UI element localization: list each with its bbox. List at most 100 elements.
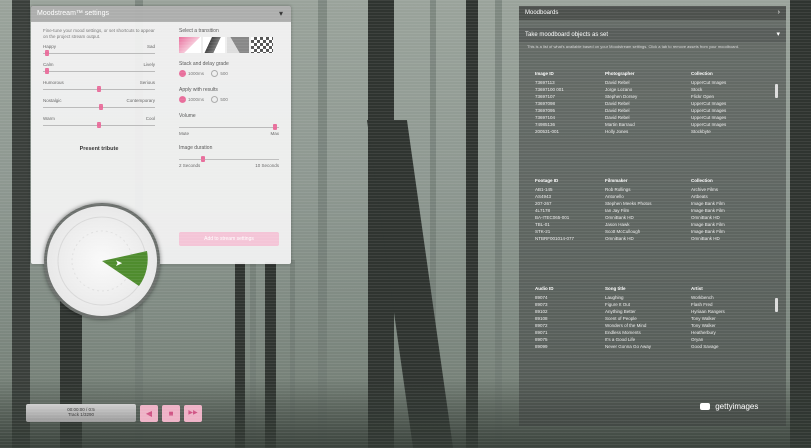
moodboard-subheader[interactable]: Take moodboard objects as set ▾ bbox=[519, 28, 786, 42]
apply-radio-2[interactable] bbox=[211, 96, 219, 103]
table-cell: UpperCut Images bbox=[691, 115, 727, 120]
transition-swatch-dark[interactable] bbox=[203, 37, 225, 53]
table-row[interactable]: AB1-145 Rob Rollings Archive Films bbox=[535, 186, 771, 193]
table-row[interactable]: 73697098 David Rebel UpperCut Images bbox=[535, 100, 771, 107]
settings-title: Moodstream™ settings bbox=[37, 10, 109, 17]
table-cell: Scott McCullough bbox=[605, 229, 641, 234]
slider-humorous-serious[interactable]: Humorous Serious bbox=[43, 80, 155, 94]
column-header[interactable]: Collection bbox=[691, 71, 761, 76]
chevron-right-icon[interactable]: › bbox=[778, 6, 780, 20]
table-row[interactable]: 73697107 Stephen Dorsey Flickr Open bbox=[535, 93, 771, 100]
table-row[interactable]: 73697113 David Rebel UpperCut Images bbox=[535, 79, 771, 86]
table-cell: 89075 bbox=[535, 337, 548, 342]
table-cell: Antonello bbox=[605, 194, 624, 199]
table-cell: Never Gonna Go Away bbox=[605, 344, 651, 349]
table-row[interactable]: 89074 Laughing Workbench bbox=[535, 294, 771, 301]
duration-slider[interactable]: 2 Seconds 10 Seconds bbox=[179, 155, 279, 169]
table-row[interactable]: 89071 Endless Moments Heatherbury bbox=[535, 329, 771, 336]
apply-radio-1[interactable] bbox=[179, 96, 186, 103]
table-row[interactable]: 74985136 Martin Barraud UpperCut Images bbox=[535, 121, 771, 128]
table-row[interactable]: 73697100 001 Jorge Lozano Stock bbox=[535, 86, 771, 93]
table-cell: 73697104 bbox=[535, 115, 556, 120]
table-cell: It's a Good Life bbox=[605, 337, 636, 342]
add-to-stream-button[interactable]: Add to stream settings bbox=[179, 232, 279, 246]
table-row[interactable]: 207-267 Stephen Meeks Photos Image Bank Fi… bbox=[535, 200, 771, 207]
mood-dial[interactable]: ➤ bbox=[44, 203, 160, 319]
player-track: Track 1/3290 bbox=[67, 412, 95, 417]
table-cell: Stephen Meeks Photos bbox=[605, 201, 652, 206]
column-header[interactable]: Photographer bbox=[605, 71, 691, 76]
speech-bubble-icon bbox=[700, 403, 710, 411]
play-icon[interactable]: ➤ bbox=[115, 258, 123, 269]
table-cell: OmniBank HD bbox=[605, 215, 634, 220]
transition-swatch-check[interactable] bbox=[251, 37, 273, 53]
table-cell: Jorge Lozano bbox=[605, 87, 633, 92]
slider-thumb[interactable] bbox=[201, 156, 205, 162]
table-cell: Heatherbury bbox=[691, 330, 716, 335]
column-header[interactable]: Footage ID bbox=[535, 178, 605, 183]
table-cell: Image Bank Film bbox=[691, 201, 725, 206]
table-row[interactable]: 89108 Scent of People Tony Walker bbox=[535, 315, 771, 322]
table-row[interactable]: 89072 Wonders of the Mind Tony Walker bbox=[535, 322, 771, 329]
transition-swatch-gray[interactable] bbox=[227, 37, 249, 53]
column-header[interactable]: Collection bbox=[691, 178, 761, 183]
table-cell: UpperCut Images bbox=[691, 101, 727, 106]
slider-warm-cool[interactable]: Warm Cool bbox=[43, 116, 155, 130]
stack-radio-1[interactable] bbox=[179, 70, 186, 77]
slider-thumb[interactable] bbox=[97, 122, 101, 128]
table-cell: David Rebel bbox=[605, 115, 630, 120]
table-row[interactable]: 89073 Figure It Out Flash Fred bbox=[535, 301, 771, 308]
slider-left-label: Happy bbox=[43, 44, 57, 49]
stack-radio-2[interactable] bbox=[211, 70, 219, 77]
column-header[interactable]: Image ID bbox=[535, 71, 605, 76]
table-row[interactable]: 73697095 David Rebel UpperCut Images bbox=[535, 107, 771, 114]
images-table: Image ID Photographer Collection 73697113 Da… bbox=[535, 71, 771, 135]
slider-calm-lively[interactable]: Calm Lively bbox=[43, 62, 155, 76]
slider-nostalgic-contemporary[interactable]: Nostalgic Contemporary bbox=[43, 98, 155, 112]
slider-happy-sad[interactable]: Happy Sad bbox=[43, 44, 155, 58]
table-row[interactable]: TBL-01 Jason Hawk Image Bank Film bbox=[535, 221, 771, 228]
table-row[interactable]: 200531-001 Holly Jones Stockbyte bbox=[535, 128, 771, 135]
table-row[interactable]: 89102 Anything Better Hyriaan Rangers bbox=[535, 308, 771, 315]
forward-button[interactable]: ▶▶ bbox=[184, 405, 202, 422]
audio-scrollbar[interactable] bbox=[775, 298, 778, 312]
slider-thumb[interactable] bbox=[45, 68, 49, 74]
column-header[interactable]: Song title bbox=[605, 286, 691, 291]
table-row[interactable]: BA-ITEC065-001 OmniBank HD OmniBank HD bbox=[535, 214, 771, 221]
volume-min: Mute bbox=[179, 131, 190, 136]
chevron-down-icon[interactable]: ▾ bbox=[279, 6, 283, 22]
table-cell: Oryan bbox=[691, 337, 704, 342]
images-scrollbar[interactable] bbox=[775, 84, 778, 98]
table-row[interactable]: 73697104 David Rebel UpperCut Images bbox=[535, 114, 771, 121]
table-cell: David Rebel bbox=[605, 108, 630, 113]
table-row[interactable]: STK-21 Scott McCullough Image Bank Film bbox=[535, 228, 771, 235]
footage-table-header[interactable]: Footage ID Filmmaker Collection bbox=[535, 178, 771, 183]
slider-thumb[interactable] bbox=[45, 50, 49, 56]
slider-thumb[interactable] bbox=[99, 104, 103, 110]
moodboard-description: This is a list of what's available based… bbox=[527, 44, 740, 49]
transition-swatch-pink[interactable] bbox=[179, 37, 201, 53]
settings-panel-header[interactable]: Moodstream™ settings ▾ bbox=[31, 6, 291, 22]
chevron-down-icon[interactable]: ▾ bbox=[776, 28, 780, 42]
column-header[interactable]: Filmmaker bbox=[605, 178, 691, 183]
table-cell: Image Bank Film bbox=[691, 229, 725, 234]
column-header[interactable]: Artist bbox=[691, 286, 761, 291]
table-row[interactable]: AS4943 Antonello Artbeats bbox=[535, 193, 771, 200]
images-table-header[interactable]: Image ID Photographer Collection bbox=[535, 71, 771, 76]
table-cell: Workbench bbox=[691, 295, 714, 300]
table-row[interactable]: NTBRF001014-077 OmniBank HD OmniBank HD bbox=[535, 235, 771, 242]
table-row[interactable]: 89075 It's a Good Life Oryan bbox=[535, 336, 771, 343]
back-button[interactable]: ◀ bbox=[140, 405, 158, 422]
volume-slider[interactable]: Mute Max bbox=[179, 123, 279, 137]
stop-button[interactable]: ■ bbox=[162, 405, 180, 422]
table-row[interactable]: 89099 Never Gonna Go Away Good Savage bbox=[535, 343, 771, 350]
slider-thumb[interactable] bbox=[273, 124, 277, 130]
table-row[interactable]: 4L7178 Ian Jay Film Image Bank Film bbox=[535, 207, 771, 214]
audio-table-header[interactable]: Audio ID Song title Artist bbox=[535, 286, 771, 291]
slider-thumb[interactable] bbox=[97, 86, 101, 92]
slider-right-label: Sad bbox=[146, 44, 155, 49]
slider-right-label: Contemporary bbox=[126, 98, 155, 103]
column-header[interactable]: Audio ID bbox=[535, 286, 605, 291]
table-cell: Artbeats bbox=[691, 194, 708, 199]
moodboards-header[interactable]: Moodboards › bbox=[519, 6, 786, 20]
